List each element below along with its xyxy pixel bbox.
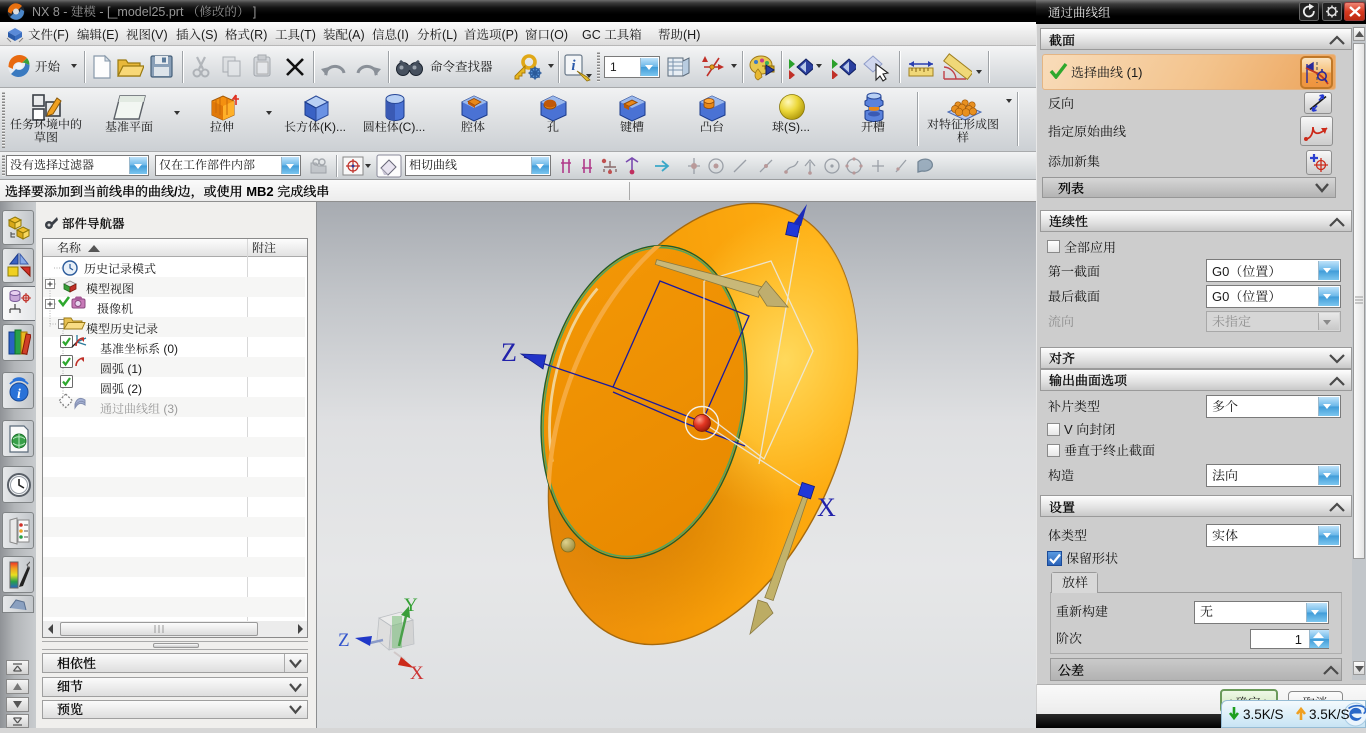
svg-text:Z: Z [501,338,517,367]
svg-text:i: i [17,387,21,402]
svg-text:Z: Z [338,630,350,651]
svg-text:Y: Y [404,595,418,616]
svg-text:X: X [410,663,424,684]
svg-text:X: X [817,493,836,522]
